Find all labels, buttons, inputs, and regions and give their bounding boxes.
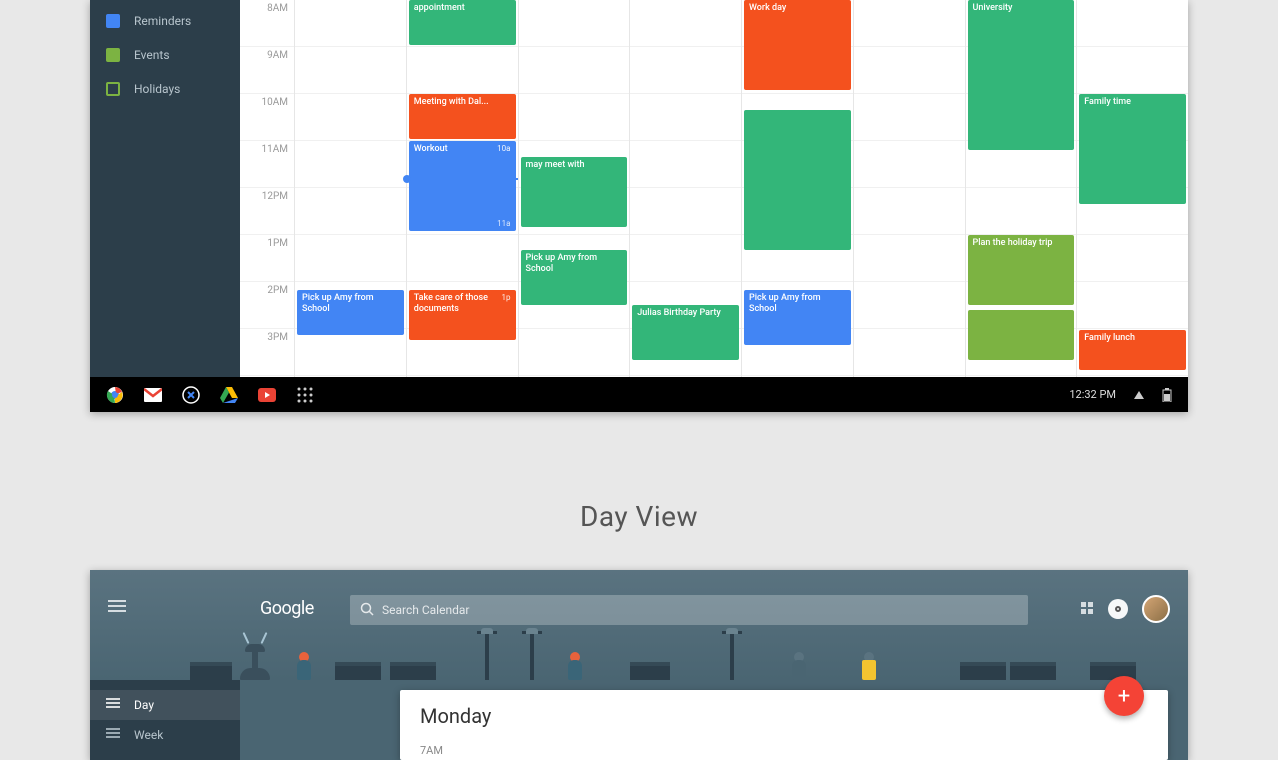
event-title: Family time	[1084, 97, 1181, 108]
calendar-event[interactable]: Work day	[744, 0, 851, 90]
event-title: Plan the holiday trip	[973, 238, 1070, 249]
sidebar-item-week[interactable]: Week	[90, 720, 240, 750]
battery-icon[interactable]	[1162, 388, 1172, 402]
event-title: Pick up Amy from School	[302, 293, 399, 315]
day-column[interactable]	[854, 0, 966, 377]
person-icon	[860, 652, 878, 680]
week-view-window: Reminders Events Holidays 8AM9AM10AM11AM…	[90, 0, 1188, 412]
taskbar-clock[interactable]: 12:32 PM	[1069, 388, 1116, 401]
calendar-grid: 8AM9AM10AM11AM12PM1PM2PM3PM Pick up Amy …	[240, 0, 1188, 377]
event-title: Workout	[414, 144, 511, 155]
time-label: 9AM	[240, 47, 294, 94]
time-column: 8AM9AM10AM11AM12PM1PM2PM3PM	[240, 0, 295, 377]
day-column[interactable]: Julias Birthday Party	[630, 0, 742, 377]
day-columns: Pick up Amy from School appointment Meetin…	[295, 0, 1188, 377]
calendar-event[interactable]	[744, 110, 851, 250]
gmail-icon[interactable]	[144, 386, 162, 404]
day-view-body: Day Week + Monday 7AM	[90, 680, 1188, 760]
browser-icon[interactable]	[182, 386, 200, 404]
checkbox-icon	[106, 82, 120, 96]
time-label: 8AM	[240, 0, 294, 47]
calendar-event[interactable]: appointment	[409, 0, 516, 45]
sidebar-label: Holidays	[134, 82, 180, 96]
youtube-icon[interactable]	[258, 386, 276, 404]
day-view-sidebar: Day Week	[90, 680, 240, 760]
event-title: Family lunch	[1084, 333, 1181, 344]
calendar-event[interactable]: Plan the holiday trip	[968, 235, 1075, 305]
time-label: 10AM	[240, 94, 294, 141]
event-subtime: 11a	[497, 219, 510, 229]
person-icon	[566, 652, 584, 680]
calendar-event[interactable]: Family lunch	[1079, 330, 1186, 370]
taskbar-status: 12:32 PM	[1069, 388, 1172, 402]
create-event-fab[interactable]: +	[1104, 676, 1144, 716]
event-title: Pick up Amy from School	[526, 253, 623, 275]
hamburger-menu-icon[interactable]	[108, 600, 126, 612]
sidebar-item-day[interactable]: Day	[90, 690, 240, 720]
checkbox-icon	[106, 14, 120, 28]
event-title: Meeting with Dal...	[414, 97, 511, 108]
sidebar-label: Events	[134, 48, 170, 62]
event-title: may meet with	[526, 160, 623, 171]
calendar-event[interactable]: Pick up Amy from School	[297, 290, 404, 335]
taskbar-apps	[106, 386, 314, 404]
calendar-event[interactable]: may meet with	[521, 157, 628, 227]
checkbox-icon	[106, 48, 120, 62]
person-icon	[790, 652, 808, 680]
day-time-label: 7AM	[420, 744, 1148, 757]
day-column[interactable]: University Plan the holiday trip	[966, 0, 1078, 377]
sidebar-item-events[interactable]: Events	[90, 38, 240, 72]
header-illustration: Google Search Calendar	[90, 570, 1188, 680]
time-label: 1PM	[240, 235, 294, 282]
calendar-event[interactable]: Workout10a 11a	[409, 141, 516, 231]
calendar-event[interactable]: Family time	[1079, 94, 1186, 204]
calendar-event[interactable]: Pick up Amy from School	[744, 290, 851, 345]
event-title: Work day	[749, 3, 846, 14]
day-card: + Monday 7AM	[400, 690, 1168, 760]
sidebar-label: Day	[134, 698, 154, 712]
event-time: 1p	[502, 293, 511, 303]
wifi-icon[interactable]	[1134, 391, 1144, 399]
time-label: 11AM	[240, 141, 294, 188]
time-label: 3PM	[240, 329, 294, 376]
decorative-street	[90, 612, 1188, 680]
event-title: University	[973, 3, 1070, 14]
day-column[interactable]: may meet with Pick up Amy from School	[519, 0, 631, 377]
day-column[interactable]: Work day Pick up Amy from School	[742, 0, 854, 377]
day-view-window: — ☐ ✕ Google Search Calendar	[90, 570, 1188, 760]
chromeos-taskbar: 12:32 PM	[90, 377, 1188, 412]
apps-grid-icon[interactable]	[296, 386, 314, 404]
calendar-event[interactable]: Take care of those documents1p	[409, 290, 516, 340]
calendar-sidebar: Reminders Events Holidays	[90, 0, 240, 412]
person-icon	[295, 652, 313, 680]
section-heading: Day View	[0, 500, 1278, 533]
day-title: Monday	[420, 704, 1148, 728]
calendar-event[interactable]	[968, 310, 1075, 360]
sidebar-label: Week	[134, 728, 163, 742]
current-time-indicator	[407, 178, 518, 180]
sidebar-item-holidays[interactable]: Holidays	[90, 72, 240, 106]
sidebar-item-reminders[interactable]: Reminders	[90, 4, 240, 38]
calendar-event[interactable]: Julias Birthday Party	[632, 305, 739, 360]
chrome-icon[interactable]	[106, 386, 124, 404]
time-label: 12PM	[240, 188, 294, 235]
day-column[interactable]: Family time Family lunch	[1077, 0, 1188, 377]
week-icon	[106, 728, 120, 742]
sidebar-label: Reminders	[134, 14, 191, 28]
calendar-event[interactable]: Meeting with Dal...	[409, 94, 516, 139]
day-column[interactable]: Pick up Amy from School	[295, 0, 407, 377]
event-title: Pick up Amy from School	[749, 293, 846, 315]
calendar-event[interactable]: Pick up Amy from School	[521, 250, 628, 305]
day-icon	[106, 698, 120, 712]
fountain-icon	[235, 632, 275, 680]
event-title: Julias Birthday Party	[637, 308, 734, 319]
drive-icon[interactable]	[220, 386, 238, 404]
calendar-event[interactable]: University	[968, 0, 1075, 150]
time-label: 2PM	[240, 282, 294, 329]
event-time: 10a	[497, 144, 510, 154]
event-title: appointment	[414, 3, 511, 14]
event-title: Take care of those documents	[414, 293, 511, 315]
day-view-main: + Monday 7AM	[240, 680, 1188, 760]
day-column[interactable]: appointment Meeting with Dal... Workout10a…	[407, 0, 519, 377]
